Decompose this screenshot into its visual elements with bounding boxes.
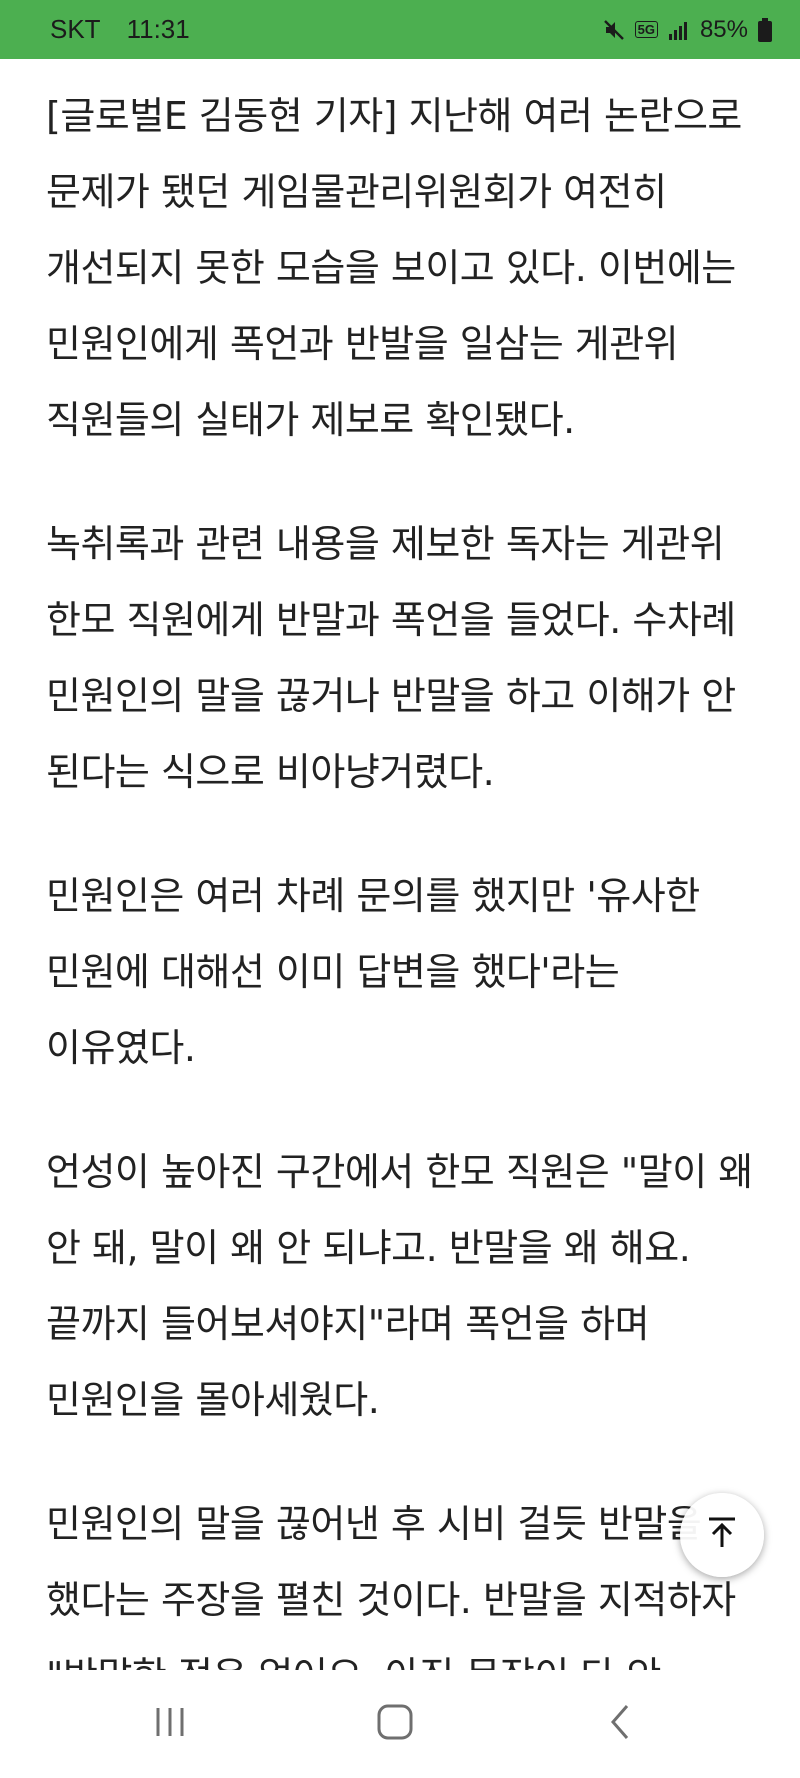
navigation-bar [0,1670,800,1778]
article-viewport[interactable]: [글로벌E 김동현 기자] 지난해 여러 논란으로 문제가 됐던 게임물관리위원… [0,59,800,1670]
back-button[interactable] [560,1670,680,1778]
arrow-up-to-top-icon [705,1516,739,1554]
article-paragraph: [글로벌E 김동현 기자] 지난해 여러 논란으로 문제가 됐던 게임물관리위원… [46,94,742,442]
article-paragraph: 언성이 높아진 구간에서 한모 직원은 "말이 왜 안 돼, 말이 왜 안 되냐… [46,1150,753,1422]
back-icon [605,1702,635,1746]
battery-percent: 85% [699,15,748,43]
scroll-to-top-button[interactable] [680,1493,764,1577]
5g-icon: 5G [634,21,658,38]
home-icon [375,1702,415,1746]
recent-apps-button[interactable] [110,1670,230,1778]
status-bar: SKT 11:31 5G 85% [0,0,800,59]
battery-icon [758,17,772,42]
carrier-label: SKT [50,14,101,44]
signal-icon [668,19,690,41]
article-paragraph: 민원인은 여러 차례 문의를 했지만 '유사한 민원에 대해선 이미 답변을 했… [46,874,700,1070]
clock: 11:31 [126,14,190,44]
home-button[interactable] [335,1670,455,1778]
mute-icon [603,19,625,41]
article-paragraph: 민원인의 말을 끊어낸 후 시비 걸듯 반말을 했다는 주장을 펼친 것이다. … [46,1502,736,1670]
recent-apps-icon [150,1705,190,1743]
article-body: [글로벌E 김동현 기자] 지난해 여러 논란으로 문제가 됐던 게임물관리위원… [46,78,766,1670]
article-paragraph: 녹취록과 관련 내용을 제보한 독자는 게관위 한모 직원에게 반말과 폭언을 … [46,522,736,794]
